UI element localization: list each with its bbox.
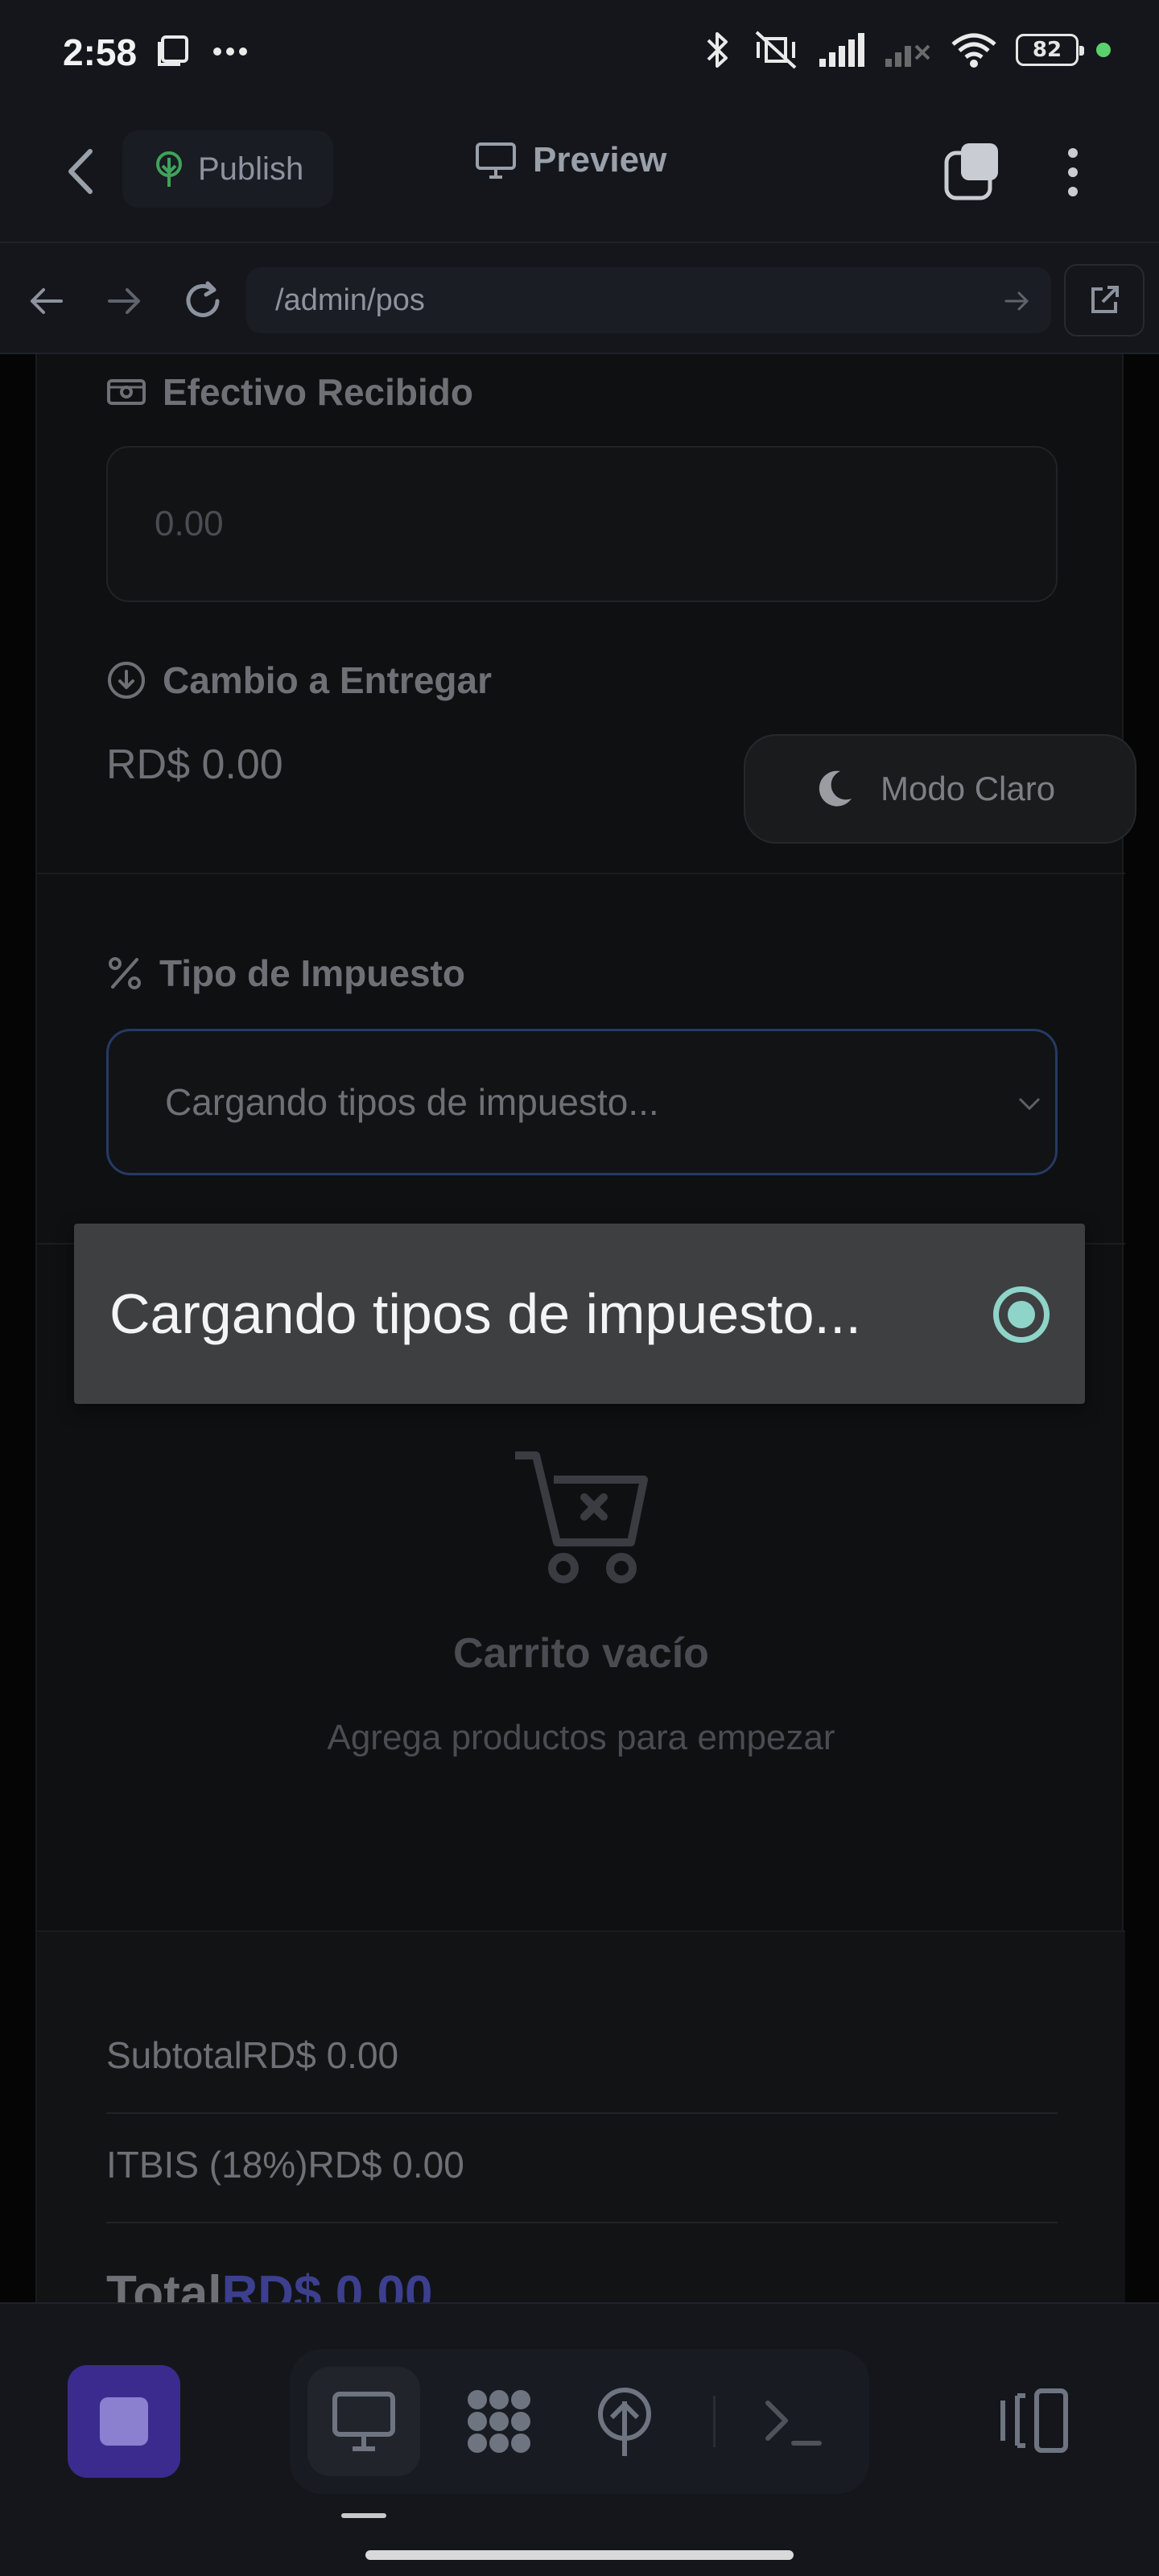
- terminal-tool-button[interactable]: [737, 2367, 850, 2476]
- order-summary: [37, 1932, 1125, 2302]
- panel-toggle-icon: [1000, 2388, 1068, 2453]
- app-bar: Publish Preview: [0, 105, 1159, 242]
- url-text: /admin/pos: [275, 283, 425, 317]
- signal-icon: [819, 33, 864, 67]
- subtotal-row: SubtotalRD$ 0.00: [106, 2034, 399, 2076]
- tabs-stack-icon: [944, 143, 998, 200]
- tool-separator: [713, 2396, 716, 2447]
- more-options-button[interactable]: [1053, 140, 1093, 204]
- radio-selected-icon[interactable]: [993, 1286, 1050, 1343]
- empty-cart-icon: [510, 1447, 655, 1596]
- stop-icon: [100, 2397, 148, 2446]
- arrow-left-icon: [31, 288, 63, 314]
- status-bar: 2:58 82: [0, 0, 1159, 105]
- itbis-row: ITBIS (18%)RD$ 0.00: [106, 2144, 464, 2186]
- terminal-icon: [765, 2401, 822, 2446]
- more-dots-icon: [213, 47, 247, 56]
- tax-type-dropdown-option[interactable]: Cargando tipos de impuesto...: [74, 1224, 1085, 1404]
- chevron-left-icon: [68, 149, 93, 194]
- publish-button[interactable]: Publish: [122, 130, 333, 208]
- divider: [37, 873, 1125, 874]
- external-link-icon: [1091, 286, 1119, 313]
- monitor-icon: [476, 142, 516, 179]
- cash-received-label: Efectivo Recibido: [106, 370, 473, 414]
- wifi-icon: [951, 33, 996, 68]
- cash-received-text: Efectivo Recibido: [163, 371, 473, 413]
- status-left-icons: [158, 34, 254, 69]
- cash-received-placeholder: 0.00: [155, 504, 224, 543]
- total-row: TotalRD$ 0.00: [106, 2265, 432, 2302]
- desktop-icon: [332, 2392, 395, 2451]
- desktop-tool-button[interactable]: [307, 2367, 420, 2476]
- summary-divider: [106, 2112, 1058, 2114]
- open-external-button[interactable]: [1064, 264, 1145, 336]
- screen-icon: [158, 35, 188, 66]
- arrow-down-circle-icon: [108, 662, 145, 699]
- tax-type-selected: Cargando tipos de impuesto...: [165, 1081, 659, 1123]
- total-label: Total: [106, 2266, 222, 2302]
- sheet-handle[interactable]: [341, 2513, 386, 2518]
- change-value: RD$ 0.00: [106, 741, 283, 788]
- publish-tree-icon: [156, 151, 182, 187]
- change-label: Cambio a Entregar: [106, 658, 492, 702]
- browser-back-button[interactable]: [24, 279, 69, 324]
- browser-reload-button[interactable]: [180, 279, 225, 324]
- apps-grid-icon: [468, 2390, 530, 2453]
- home-indicator[interactable]: [365, 2550, 794, 2560]
- back-button[interactable]: [56, 143, 105, 200]
- chevron-down-icon: [1018, 1097, 1041, 1111]
- url-input[interactable]: /admin/pos: [246, 267, 1051, 333]
- browser-forward-button[interactable]: [101, 279, 146, 324]
- deploy-tree-icon: [598, 2388, 651, 2456]
- tax-type-select[interactable]: Cargando tipos de impuesto...: [106, 1029, 1058, 1175]
- browser-url-bar: /admin/pos: [0, 242, 1159, 354]
- percent-icon: [109, 957, 141, 989]
- more-vertical-icon: [1068, 148, 1078, 196]
- tax-type-label: Tipo de Impuesto: [106, 952, 465, 995]
- bluetooth-icon: [707, 32, 728, 68]
- battery-indicator: 82: [1016, 34, 1084, 66]
- status-right-icons: 82: [702, 29, 1111, 71]
- status-time: 2:58: [63, 31, 138, 73]
- bottom-toolbar: [0, 2302, 1159, 2576]
- deploy-tool-button[interactable]: [568, 2367, 681, 2476]
- mute-vibrate-icon: [755, 31, 797, 69]
- cart-empty-subtitle: Agrega productos para empezar: [327, 1718, 835, 1757]
- theme-toggle-button[interactable]: Modo Claro: [744, 734, 1136, 844]
- stop-button[interactable]: [68, 2365, 180, 2478]
- privacy-dot: [1096, 43, 1111, 57]
- publish-label: Publish: [198, 151, 304, 187]
- tax-type-text: Tipo de Impuesto: [159, 952, 465, 994]
- change-text: Cambio a Entregar: [163, 659, 492, 701]
- panel-toggle-button[interactable]: [995, 2384, 1075, 2457]
- cart-empty-title: Carrito vacío: [453, 1630, 709, 1677]
- total-value: RD$ 0.00: [221, 2266, 433, 2302]
- theme-toggle-label: Modo Claro: [881, 770, 1056, 807]
- preview-label: Preview: [533, 140, 667, 180]
- signal-off-icon: [885, 44, 930, 67]
- cash-received-input[interactable]: 0.00: [106, 446, 1058, 602]
- apps-tool-button[interactable]: [443, 2367, 555, 2476]
- preview-tab[interactable]: Preview: [475, 140, 666, 180]
- reload-icon: [186, 281, 220, 317]
- moon-icon: [819, 770, 852, 807]
- go-arrow-icon[interactable]: [1001, 285, 1033, 317]
- dropdown-option-label: Cargando tipos de impuesto...: [109, 1282, 861, 1345]
- tabs-button[interactable]: [942, 140, 1006, 204]
- summary-divider: [106, 2222, 1058, 2223]
- cash-icon: [107, 379, 146, 405]
- arrow-right-icon: [108, 288, 140, 314]
- tool-group: [290, 2349, 869, 2494]
